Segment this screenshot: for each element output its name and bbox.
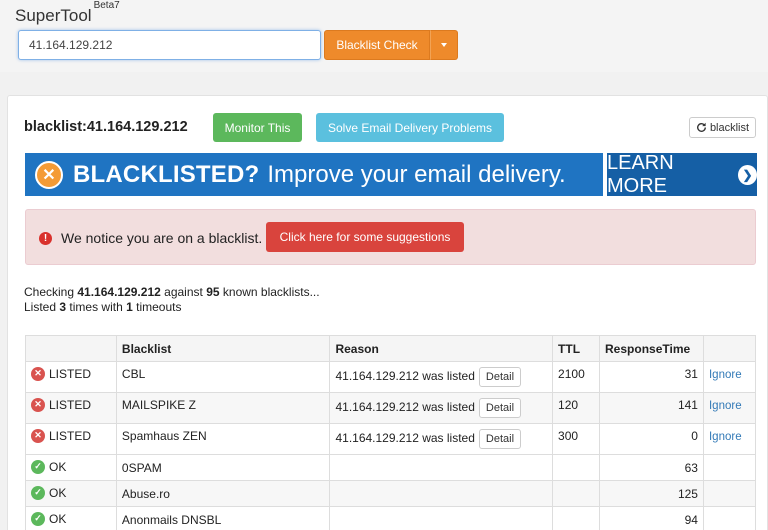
action-cell	[702, 506, 757, 530]
table-row: ✓ OK Anonmails DNSBL 94	[25, 506, 757, 530]
status-cell: ✓ OK	[25, 506, 117, 530]
status-cell: ✕ LISTED	[25, 361, 117, 393]
monitor-this-button[interactable]: Monitor This	[213, 113, 302, 142]
response-cell: 94	[599, 506, 704, 530]
blacklisted-ad-banner[interactable]: ✕ BLACKLISTED? Improve your email delive…	[25, 153, 757, 196]
table-row: ✓ OK Abuse.ro 125	[25, 480, 757, 507]
status-cell: ✓ OK	[25, 454, 117, 481]
results-table: Blacklist Reason TTL ResponseTime ✕ LISTE…	[25, 335, 757, 530]
alert-text: We notice you are on a blacklist.	[61, 230, 263, 246]
reason-cell: 41.164.129.212 was listed Detail	[329, 392, 554, 424]
ttl-cell	[552, 480, 601, 507]
reason-cell: 41.164.129.212 was listed Detail	[329, 423, 554, 455]
action-cell: Ignore	[702, 361, 757, 393]
blacklist-cell: Anonmails DNSBL	[115, 506, 331, 530]
banner-headline: BLACKLISTED?	[73, 160, 260, 188]
check-icon: ✓	[31, 511, 45, 526]
response-cell: 63	[599, 454, 704, 481]
detail-button[interactable]: Detail	[478, 367, 522, 387]
learn-more-label: LEARN MORE	[607, 153, 674, 196]
refresh-blacklist-button[interactable]: blacklist	[689, 117, 756, 138]
check-summary: Checking 41.164.129.212 against 95 known…	[24, 285, 320, 315]
header-reason: Reason	[329, 335, 554, 362]
action-cell: Ignore	[702, 392, 757, 424]
action-cell	[702, 454, 757, 481]
error-icon: ✕	[31, 428, 45, 443]
solve-email-problems-button[interactable]: Solve Email Delivery Problems	[316, 113, 504, 142]
suggestions-button[interactable]: Click here for some suggestions	[266, 222, 464, 252]
header-actions	[702, 335, 757, 362]
response-cell: 141	[599, 392, 704, 424]
ignore-link[interactable]: Ignore	[709, 431, 742, 443]
reason-cell: 41.164.129.212 was listed Detail	[329, 361, 554, 393]
ip-search-input[interactable]	[18, 30, 321, 60]
chevron-right-icon: ❯	[738, 164, 757, 185]
check-icon: ✓	[31, 485, 45, 500]
reason-cell	[329, 506, 554, 530]
table-header-row: Blacklist Reason TTL ResponseTime	[25, 335, 757, 362]
blacklist-cell: Abuse.ro	[115, 480, 331, 507]
error-icon: ✕	[31, 366, 45, 381]
status-cell: ✕ LISTED	[25, 423, 117, 455]
header-ttl: TTL	[552, 335, 601, 362]
refresh-icon	[697, 122, 706, 132]
reason-cell	[329, 480, 554, 507]
ttl-cell: 300	[552, 423, 601, 455]
ttl-cell	[552, 506, 601, 530]
action-cell	[702, 480, 757, 507]
blacklist-cell: Spamhaus ZEN	[115, 423, 331, 455]
ttl-cell	[552, 454, 601, 481]
ignore-link[interactable]: Ignore	[709, 400, 742, 412]
check-options-dropdown-button[interactable]	[430, 30, 458, 60]
x-icon: ✕	[35, 160, 63, 189]
header-response-time: ResponseTime	[599, 335, 704, 362]
banner-text: Improve your email delivery.	[267, 160, 566, 188]
refresh-label: blacklist	[709, 121, 750, 134]
detail-button[interactable]: Detail	[478, 429, 522, 449]
listed-line: Listed 3 times with 1 timeouts	[24, 300, 182, 314]
table-row: ✓ OK 0SPAM 63	[25, 454, 757, 481]
brand-name: SuperTool	[15, 6, 92, 25]
blacklist-cell: MAILSPIKE Z	[115, 392, 331, 424]
blacklist-cell: 0SPAM	[115, 454, 331, 481]
learn-more-button[interactable]: LEARN MORE ❯	[607, 153, 757, 196]
ttl-cell: 2100	[552, 361, 601, 393]
header-blacklist: Blacklist	[115, 335, 331, 362]
caret-down-icon	[441, 43, 447, 47]
reason-cell	[329, 454, 554, 481]
brand-title: SuperToolBeta7	[15, 0, 120, 26]
detail-button[interactable]: Detail	[478, 398, 522, 418]
status-cell: ✕ LISTED	[25, 392, 117, 424]
response-cell: 125	[599, 480, 704, 507]
header-status	[25, 335, 117, 362]
response-cell: 31	[599, 361, 704, 393]
checking-line: Checking 41.164.129.212 against 95 known…	[24, 285, 320, 299]
table-row: ✕ LISTED Spamhaus ZEN 41.164.129.212 was …	[25, 423, 757, 455]
table-row: ✕ LISTED MAILSPIKE Z 41.164.129.212 was l…	[25, 392, 757, 424]
blacklist-check-button[interactable]: Blacklist Check	[324, 30, 430, 60]
table-row: ✕ LISTED CBL 41.164.129.212 was listed Det…	[25, 361, 757, 393]
exclamation-icon: !	[39, 232, 52, 245]
blacklist-cell: CBL	[115, 361, 331, 393]
blacklist-alert: ! We notice you are on a blacklist. Clic…	[25, 209, 756, 265]
ttl-cell: 120	[552, 392, 601, 424]
check-icon: ✓	[31, 459, 45, 474]
error-icon: ✕	[31, 397, 45, 412]
response-cell: 0	[599, 423, 704, 455]
beta-badge: Beta7	[93, 0, 120, 12]
status-cell: ✓ OK	[25, 480, 117, 507]
result-title: blacklist:41.164.129.212	[24, 119, 188, 135]
action-cell: Ignore	[702, 423, 757, 455]
top-bar: SuperToolBeta7 Blacklist Check	[0, 0, 768, 72]
ignore-link[interactable]: Ignore	[709, 369, 742, 381]
